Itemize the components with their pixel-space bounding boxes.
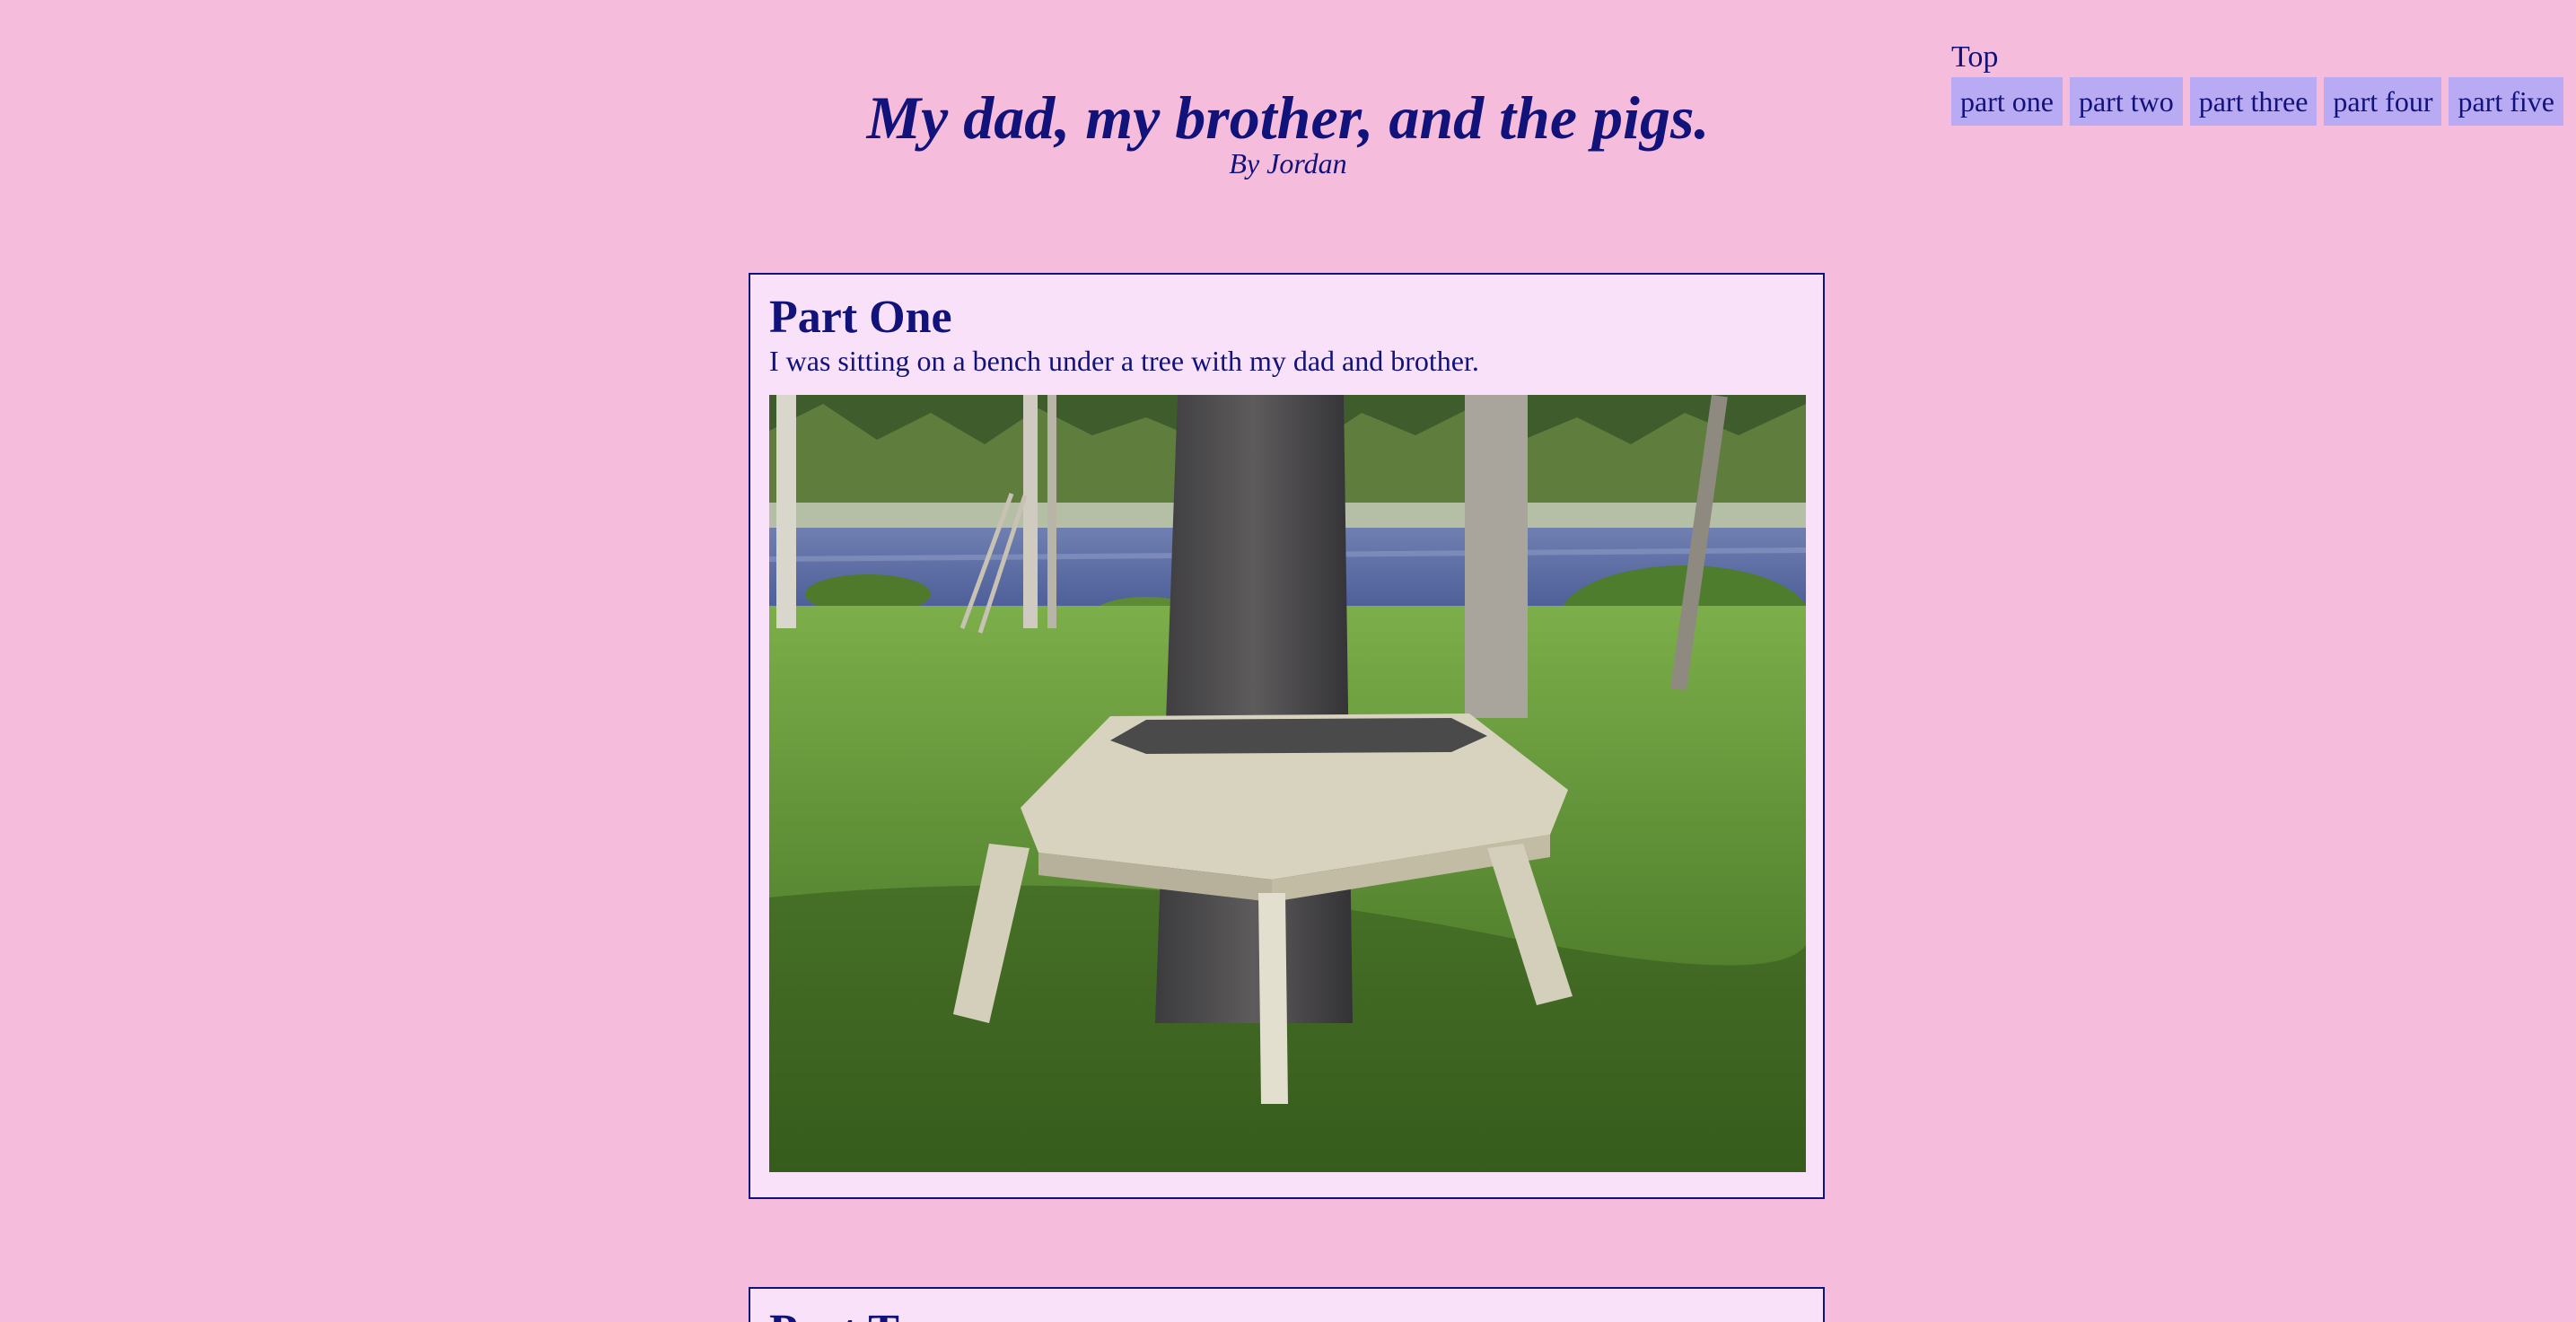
top-link[interactable]: Top xyxy=(1951,39,2563,75)
bench-under-tree-photo xyxy=(769,395,1806,1172)
story-header: My dad, my brother, and the pigs. By Jor… xyxy=(0,79,2576,179)
part-two-section: Part Two xyxy=(749,1287,1825,1322)
story-title: My dad, my brother, and the pigs. xyxy=(866,83,1710,152)
part-two-heading: Part Two xyxy=(769,1305,953,1322)
page: Top part one part two part three part fo… xyxy=(0,0,2576,1322)
story-byline: By Jordan xyxy=(1229,147,1347,179)
part-one-text: I was sitting on a bench under a tree wi… xyxy=(769,345,1479,377)
part-one-heading: Part One xyxy=(769,292,952,343)
part-one-section: Part One I was sitting on a bench under … xyxy=(749,273,1825,1199)
